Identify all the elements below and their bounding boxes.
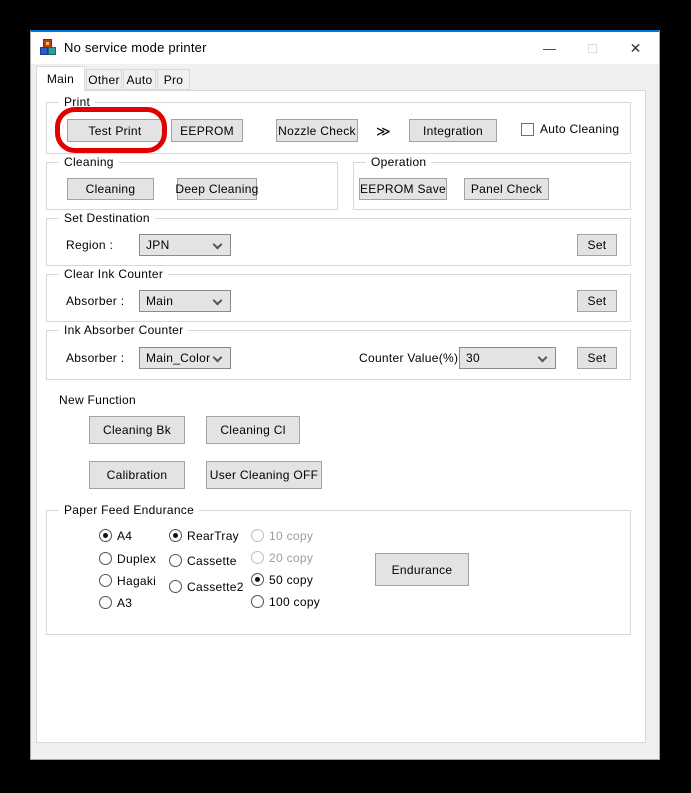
counter-value-label: Counter Value(%) :: [359, 351, 466, 365]
auto-cleaning-checkbox-row[interactable]: Auto Cleaning: [521, 122, 619, 136]
close-button[interactable]: ✕: [614, 33, 657, 63]
counter-value-selected: 30: [466, 351, 480, 365]
ink-absorber-set-button[interactable]: Set: [577, 347, 617, 369]
window-title: No service mode printer: [64, 40, 207, 55]
radio-hagaki[interactable]: Hagaki: [99, 573, 156, 588]
radio-label: Hagaki: [117, 574, 156, 588]
radio-circle: [99, 552, 112, 565]
radio-circle: [251, 573, 264, 586]
endurance-button[interactable]: Endurance: [375, 553, 469, 586]
radio-label: Cassette: [187, 554, 237, 568]
radio-circle: [99, 596, 112, 609]
radio-label: Cassette2: [187, 580, 244, 594]
radio-a3[interactable]: A3: [99, 595, 132, 610]
set-destination-set-button[interactable]: Set: [577, 234, 617, 256]
nozzle-check-button[interactable]: Nozzle Check: [276, 119, 358, 142]
clear-ink-set-button[interactable]: Set: [577, 290, 617, 312]
radio-label: 50 copy: [269, 573, 313, 587]
maximize-button[interactable]: □: [571, 33, 614, 63]
chevron-down-icon: [213, 296, 223, 306]
set-destination-group: Set Destination: [46, 218, 631, 266]
radio-100-copy[interactable]: 100 copy: [251, 594, 320, 609]
radio-circle: [169, 529, 182, 542]
panel-check-button[interactable]: Panel Check: [464, 178, 549, 200]
cleaning-bk-button[interactable]: Cleaning Bk: [89, 416, 185, 444]
radio-a4[interactable]: A4: [99, 528, 132, 543]
radio-label: 10 copy: [269, 529, 313, 543]
maximize-icon: □: [588, 40, 597, 57]
clear-absorber-selected-value: Main: [146, 294, 173, 308]
paper-feed-endurance-group-label: Paper Feed Endurance: [59, 503, 199, 517]
clear-ink-counter-group-label: Clear Ink Counter: [59, 267, 168, 281]
user-cleaning-off-button[interactable]: User Cleaning OFF: [206, 461, 322, 489]
chevron-down-icon: [538, 353, 548, 363]
cleaning-button[interactable]: Cleaning: [67, 178, 154, 200]
tab-pro[interactable]: Pro: [157, 69, 190, 90]
absorber-label: Absorber :: [66, 351, 124, 365]
window-controls: — □ ✕: [528, 33, 657, 63]
icon-block-blue: [40, 47, 48, 55]
absorber-selected-value: Main_Color: [146, 351, 210, 365]
absorber-select[interactable]: Main_Color: [139, 347, 231, 369]
minimize-button[interactable]: —: [528, 33, 571, 63]
clear-absorber-label: Absorber :: [66, 294, 124, 308]
service-tool-window: No service mode printer — □ ✕ Main Other…: [30, 30, 660, 760]
chevron-down-icon: [213, 240, 223, 250]
integration-button[interactable]: Integration: [409, 119, 497, 142]
radio-circle: [99, 574, 112, 587]
tab-other[interactable]: Other: [86, 69, 122, 90]
region-select[interactable]: JPN: [139, 234, 231, 256]
set-destination-group-label: Set Destination: [59, 211, 155, 225]
radio-50-copy[interactable]: 50 copy: [251, 572, 313, 587]
eeprom-save-button[interactable]: EEPROM Save: [359, 178, 447, 200]
radio-reartray[interactable]: RearTray: [169, 528, 239, 543]
screenshot-canvas: { "window": { "title": "No service mode …: [0, 0, 691, 793]
radio-10-copy: 10 copy: [251, 528, 313, 543]
radio-cassette2[interactable]: Cassette2: [169, 579, 244, 594]
counter-value-select[interactable]: 30: [459, 347, 556, 369]
chevron-down-icon: [213, 353, 223, 363]
radio-label: RearTray: [187, 529, 239, 543]
calibration-button[interactable]: Calibration: [89, 461, 185, 489]
radio-circle: [251, 595, 264, 608]
radio-label: 20 copy: [269, 551, 313, 565]
radio-circle: [169, 580, 182, 593]
deep-cleaning-button[interactable]: Deep Cleaning: [177, 178, 257, 200]
auto-cleaning-checkbox[interactable]: [521, 123, 534, 136]
double-chevron-icon: ≫: [376, 123, 392, 140]
close-icon: ✕: [630, 40, 642, 57]
titlebar: No service mode printer — □ ✕: [31, 32, 659, 64]
eeprom-button[interactable]: EEPROM: [171, 119, 243, 142]
radio-duplex[interactable]: Duplex: [99, 551, 156, 566]
radio-label: A3: [117, 596, 132, 610]
clear-ink-counter-group: Clear Ink Counter: [46, 274, 631, 322]
radio-circle: [251, 551, 264, 564]
ink-absorber-counter-group-label: Ink Absorber Counter: [59, 323, 188, 337]
cleaning-cl-button[interactable]: Cleaning Cl: [206, 416, 300, 444]
radio-circle: [169, 554, 182, 567]
new-function-label: New Function: [59, 393, 136, 407]
radio-label: 100 copy: [269, 595, 320, 609]
app-blocks-icon: [40, 39, 57, 56]
radio-20-copy: 20 copy: [251, 550, 313, 565]
radio-circle: [99, 529, 112, 542]
radio-label: A4: [117, 529, 132, 543]
radio-circle: [251, 529, 264, 542]
cleaning-group-label: Cleaning: [59, 155, 119, 169]
tab-auto[interactable]: Auto: [123, 69, 156, 90]
red-highlight-annotation: [55, 107, 167, 153]
auto-cleaning-label: Auto Cleaning: [540, 122, 619, 136]
icon-block-teal: [48, 47, 56, 55]
clear-absorber-select[interactable]: Main: [139, 290, 231, 312]
region-selected-value: JPN: [146, 238, 170, 252]
tab-main[interactable]: Main: [36, 66, 85, 91]
region-label: Region :: [66, 238, 113, 252]
radio-cassette[interactable]: Cassette: [169, 553, 237, 568]
operation-group-label: Operation: [366, 155, 431, 169]
radio-label: Duplex: [117, 552, 156, 566]
minimize-icon: —: [543, 41, 556, 56]
